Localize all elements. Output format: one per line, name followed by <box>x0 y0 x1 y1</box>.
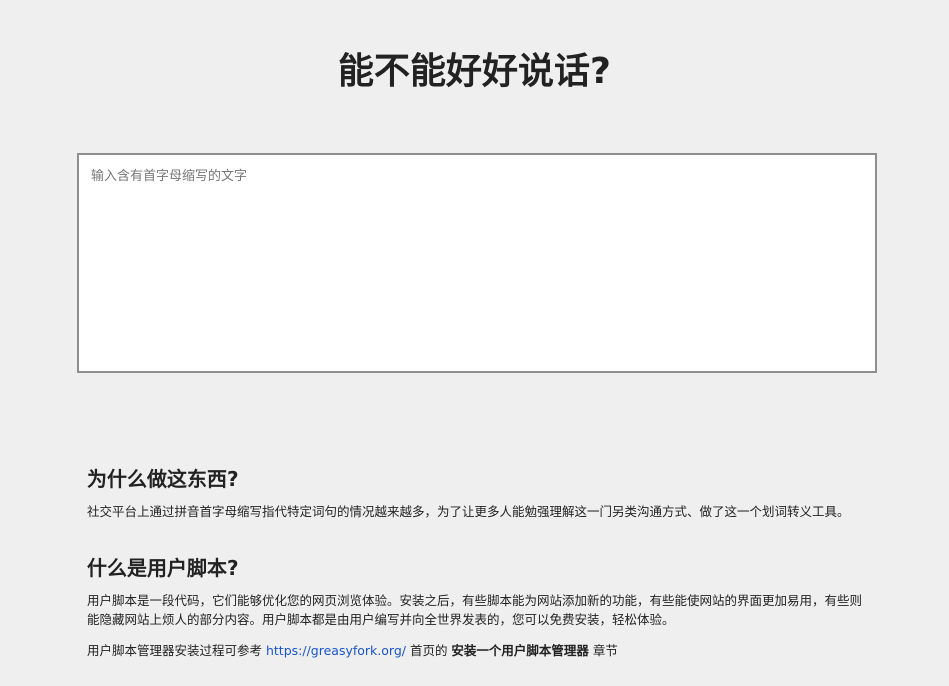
install-guide-chapter: 安装一个用户脚本管理器 <box>451 643 589 658</box>
section-userscript: 什么是用户脚本? 用户脚本是一段代码，它们能够优化您的网页浏览体验。安装之后，有… <box>87 551 867 660</box>
greasyfork-link[interactable]: https://greasyfork.org/ <box>266 643 406 658</box>
install-guide-middle: 首页的 <box>405 643 452 658</box>
section-why: 为什么做这东西? 社交平台上通过拼音首字母缩写指代特定词句的情况越来越多，为了让… <box>87 462 867 521</box>
install-guide-text: 用户脚本管理器安装过程可参考 https://greasyfork.org/ 首… <box>87 641 867 660</box>
install-guide-prefix: 用户脚本管理器安装过程可参考 <box>87 643 266 658</box>
page-title: 能不能好好说话? <box>338 51 611 92</box>
install-guide-suffix: 章节 <box>588 643 618 658</box>
section-heading-userscript: 什么是用户脚本? <box>87 556 239 580</box>
content-area: 为什么做这东西? 社交平台上通过拼音首字母缩写指代特定词句的情况越来越多，为了让… <box>87 462 867 660</box>
abbreviation-input[interactable] <box>77 153 877 373</box>
section-text-userscript: 用户脚本是一段代码，它们能够优化您的网页浏览体验。安装之后，有些脚本能为网站添加… <box>87 593 863 627</box>
section-text-why: 社交平台上通过拼音首字母缩写指代特定词句的情况越来越多，为了让更多人能勉强理解这… <box>87 504 850 519</box>
section-heading-why: 为什么做这东西? <box>87 467 239 491</box>
